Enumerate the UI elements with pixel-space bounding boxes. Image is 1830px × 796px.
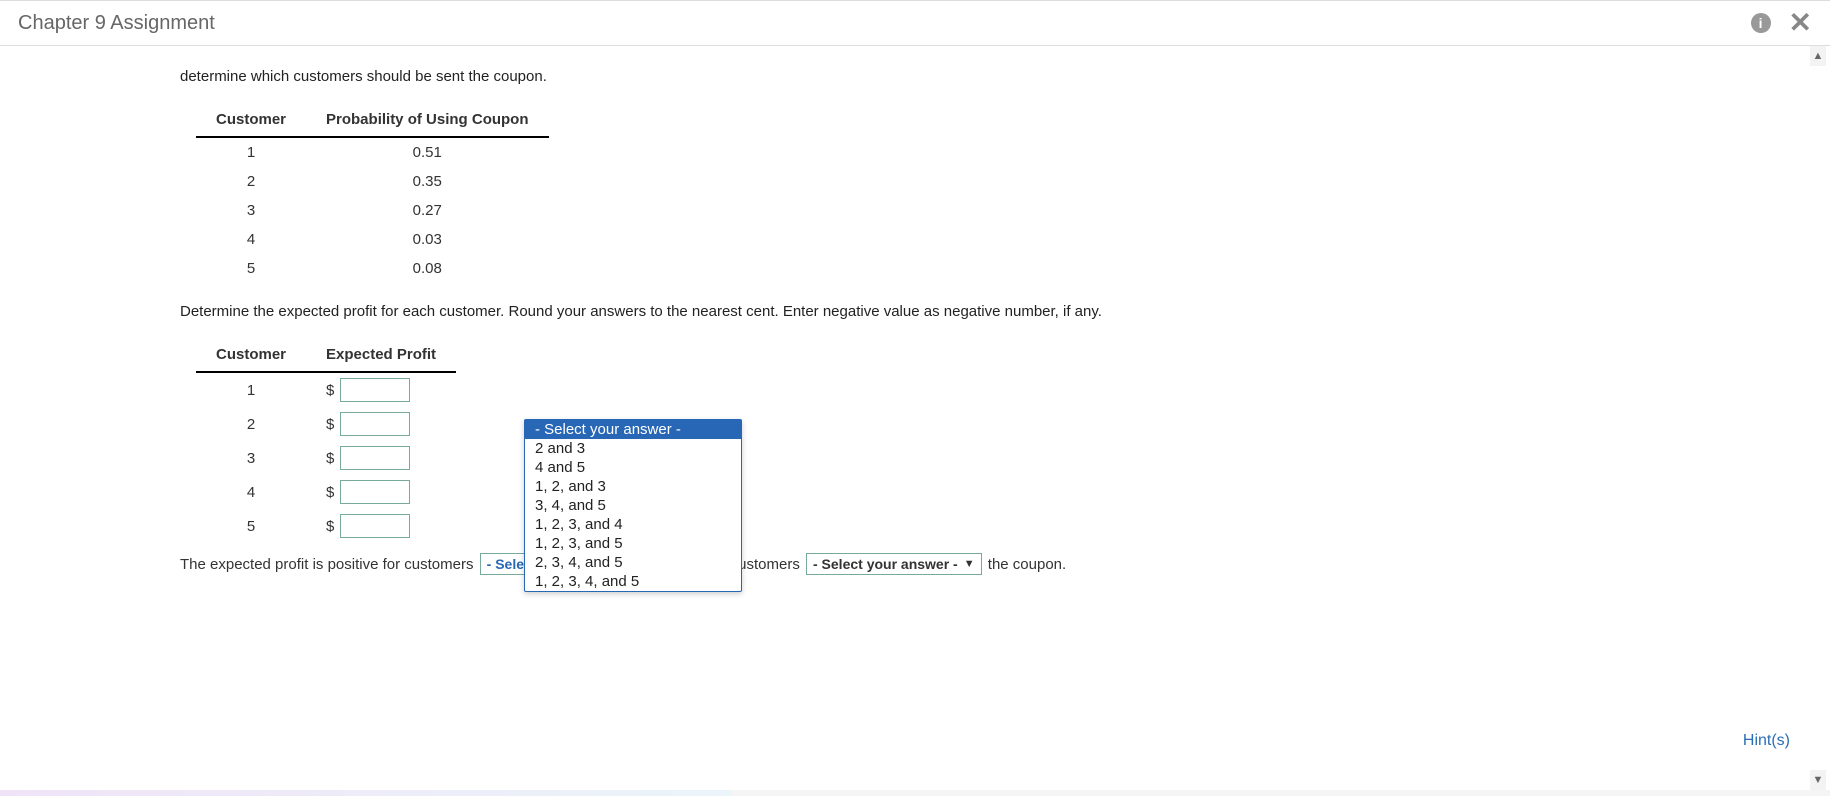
table-row: 2 $ xyxy=(196,407,456,441)
customers-select-dropdown: - Select your answer - 2 and 3 4 and 5 1… xyxy=(524,419,742,592)
header-bar: Chapter 9 Assignment i ✕ xyxy=(0,1,1830,46)
dropdown-option[interactable]: 1, 2, 3, and 4 xyxy=(525,515,741,534)
currency-label: $ xyxy=(326,382,334,399)
table-row: 1 $ xyxy=(196,372,456,407)
content: determine which customers should be sent… xyxy=(180,46,1520,575)
profit-input-5[interactable] xyxy=(340,514,410,538)
dropdown-option[interactable]: 4 and 5 xyxy=(525,458,741,477)
close-icon[interactable]: ✕ xyxy=(1789,9,1812,37)
chevron-down-icon: ▼ xyxy=(964,558,975,570)
info-icon[interactable]: i xyxy=(1751,13,1771,33)
col-probability: Probability of Using Coupon xyxy=(306,105,549,137)
app-window: Chapter 9 Assignment i ✕ ▲ ▼ determine w… xyxy=(0,0,1830,796)
currency-label: $ xyxy=(326,416,334,433)
table-row: 4 $ xyxy=(196,475,456,509)
profit-input-1[interactable] xyxy=(340,378,410,402)
action-select[interactable]: - Select your answer - ▼ xyxy=(806,553,982,575)
body: ▲ ▼ determine which customers should be … xyxy=(0,46,1830,790)
dropdown-option[interactable]: 1, 2, and 3 xyxy=(525,477,741,496)
currency-label: $ xyxy=(326,484,334,501)
dropdown-option[interactable]: 2 and 3 xyxy=(525,439,741,458)
hints-link[interactable]: Hint(s) xyxy=(1743,732,1790,750)
profit-input-3[interactable] xyxy=(340,446,410,470)
profit-input-4[interactable] xyxy=(340,480,410,504)
table-row: 40.03 xyxy=(196,225,549,254)
select-label: - Select your answer - xyxy=(813,556,958,572)
table-row: 3 $ xyxy=(196,441,456,475)
dropdown-option[interactable]: 1, 2, 3, 4, and 5 xyxy=(525,572,741,591)
question-text: Determine the expected profit for each c… xyxy=(180,303,1520,320)
col-customer: Customer xyxy=(196,340,306,372)
table-row: 30.27 xyxy=(196,196,549,225)
col-expected-profit: Expected Profit xyxy=(306,340,456,372)
dropdown-option[interactable]: 3, 4, and 5 xyxy=(525,496,741,515)
table-row: 50.08 xyxy=(196,254,549,283)
progress-bar xyxy=(0,790,1830,796)
dropdown-option[interactable]: - Select your answer - xyxy=(525,420,741,439)
dropdown-option[interactable]: 2, 3, 4, and 5 xyxy=(525,553,741,572)
conclusion-sentence: The expected profit is positive for cust… xyxy=(180,553,1520,575)
sentence-part3: the coupon. xyxy=(988,556,1066,573)
profit-input-2[interactable] xyxy=(340,412,410,436)
table-row: 5 $ xyxy=(196,509,456,543)
sentence-part1: The expected profit is positive for cust… xyxy=(180,556,473,573)
page-title: Chapter 9 Assignment xyxy=(18,12,215,35)
currency-label: $ xyxy=(326,450,334,467)
col-customer: Customer xyxy=(196,105,306,137)
probability-table: Customer Probability of Using Coupon 10.… xyxy=(196,105,549,283)
table-row: 10.51 xyxy=(196,137,549,167)
content-scroll[interactable]: determine which customers should be sent… xyxy=(0,46,1830,790)
expected-profit-table: Customer Expected Profit 1 $ 2 $ xyxy=(196,340,456,543)
intro-text: determine which customers should be sent… xyxy=(180,68,1520,85)
dropdown-option[interactable]: 1, 2, 3, and 5 xyxy=(525,534,741,553)
currency-label: $ xyxy=(326,518,334,535)
table-row: 20.35 xyxy=(196,167,549,196)
